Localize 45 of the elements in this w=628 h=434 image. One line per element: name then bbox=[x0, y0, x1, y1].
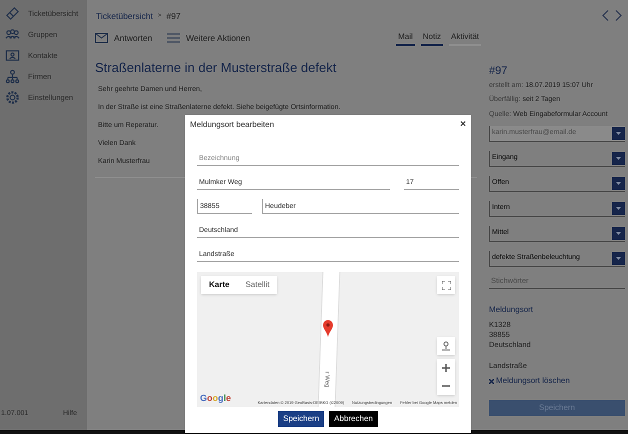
map-logo: Google bbox=[200, 392, 232, 405]
fullscreen-icon bbox=[442, 280, 450, 290]
envelope-icon bbox=[95, 33, 108, 43]
caret-icon bbox=[616, 157, 621, 160]
breadcrumb-current: #97 bbox=[166, 10, 181, 22]
caret-icon bbox=[616, 132, 621, 135]
more-actions-button[interactable]: Weitere Aktionen bbox=[167, 32, 250, 44]
breadcrumb-link[interactable]: Ticketübersicht bbox=[96, 10, 153, 22]
street-view-button[interactable] bbox=[437, 337, 455, 355]
dropdown-button[interactable] bbox=[612, 202, 625, 215]
reply-button[interactable]: Antworten bbox=[95, 32, 167, 44]
save-button[interactable]: Speichern bbox=[278, 411, 324, 427]
close-icon bbox=[489, 378, 494, 384]
ticket-title: Straßenlaterne in der Musterstraße defekt bbox=[95, 59, 338, 77]
plus-icon bbox=[442, 364, 450, 372]
tab[interactable]: Mail bbox=[396, 30, 415, 46]
dropdown-button[interactable] bbox=[612, 152, 625, 165]
contact-card-icon bbox=[5, 48, 20, 63]
map-type-tab[interactable]: Satellit bbox=[237, 276, 278, 294]
map-type-tab[interactable]: Karte bbox=[201, 276, 238, 294]
map-pin-icon bbox=[323, 320, 333, 337]
close-button[interactable]: × bbox=[460, 120, 466, 130]
ticket-number: #97 bbox=[489, 64, 508, 79]
fullscreen-button[interactable] bbox=[437, 276, 455, 294]
tab[interactable]: Notiz bbox=[420, 30, 443, 46]
location-heading: Meldungsort bbox=[489, 304, 534, 316]
caret-icon bbox=[616, 232, 621, 235]
next-icon[interactable] bbox=[615, 10, 622, 21]
ticket-icon bbox=[5, 6, 20, 21]
pegman-icon bbox=[442, 341, 450, 351]
tab[interactable]: Aktivität bbox=[448, 30, 481, 46]
previous-icon[interactable] bbox=[602, 10, 609, 21]
dropdown-button[interactable] bbox=[612, 252, 625, 265]
list-icon bbox=[167, 33, 180, 43]
org-chart-icon bbox=[5, 69, 20, 84]
dialog-title: Meldungsort bearbeiten bbox=[190, 119, 274, 131]
minus-icon bbox=[442, 385, 450, 387]
caret-icon bbox=[616, 207, 621, 210]
caret-icon bbox=[616, 182, 621, 185]
delete-location-link[interactable]: Meldungsort löschen bbox=[489, 375, 625, 388]
caret-icon bbox=[616, 257, 621, 260]
cancel-button[interactable]: Abbrechen bbox=[329, 411, 378, 427]
dropdown-button[interactable] bbox=[612, 177, 625, 190]
dropdown-button[interactable] bbox=[612, 227, 625, 240]
settings-icon bbox=[5, 90, 20, 105]
